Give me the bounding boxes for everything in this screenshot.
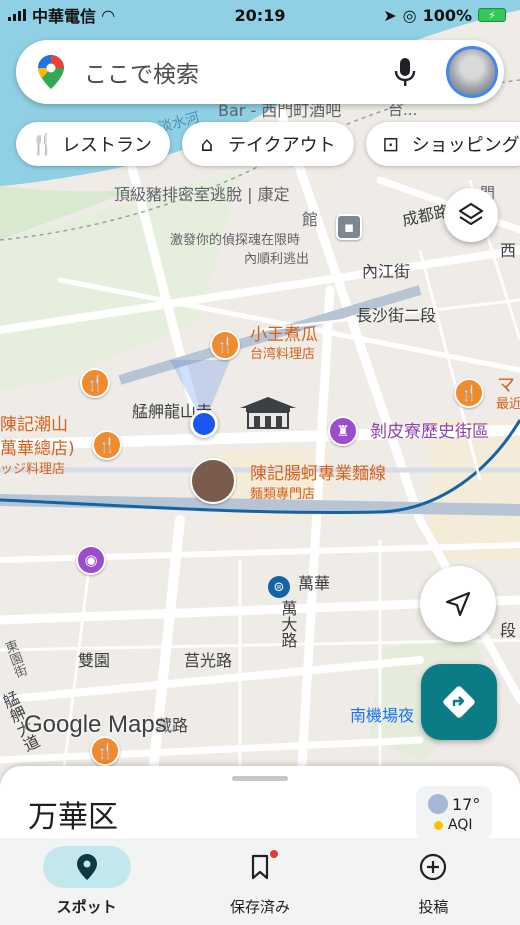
map-label-xiaowang-type: 台湾料理店 [250,347,316,362]
search-input[interactable]: ここで検索 [84,55,394,89]
landmark-pin[interactable]: ♜ [328,416,358,446]
notification-dot [269,850,278,858]
add-circle-icon [420,853,447,881]
nav-pill [389,846,477,888]
map-label-changsha: 長沙街二段 [356,306,437,325]
orientation-lock-icon: ◎ [402,5,417,25]
nav-tab-contribute[interactable]: 投稿 [347,838,520,925]
temperature: 17° [452,795,481,814]
map-label-escape-3: 激發你的偵探魂在限時 [170,233,301,248]
aqi-label: AQI [448,817,473,833]
aqi-indicator-dot [434,821,443,830]
chip-label: テイクアウト [228,135,336,156]
location-arrow-icon: ➤ [383,5,397,25]
location-pin-icon [76,854,97,880]
partly-cloudy-night-icon [428,794,448,814]
restaurant-pin[interactable]: 🍴 [90,736,120,766]
category-chips: 🍴 レストラン ⌂ テイクアウト ⊡ ショッピング [16,122,520,166]
status-bar: 中華電信 ◠ 20:19 ➤ ◎ 100% ⚡ [0,0,520,30]
chip-label: レストラン [62,135,152,156]
area-title: 万華区 [28,800,118,835]
search-bar[interactable]: ここで検索 [16,40,504,104]
shopping-bag-icon: ⊡ [382,132,400,156]
nav-tab-explore[interactable]: スポット [0,838,173,925]
map-label-escape-2: 館 [302,210,319,229]
restaurant-pin[interactable]: 🍴 [210,330,240,360]
layers-button[interactable] [444,188,498,242]
nav-pill [42,846,131,888]
chip-restaurant[interactable]: 🍴 レストラン [16,122,170,166]
battery-percent: 100% [422,5,472,25]
temple-icon[interactable] [238,394,298,432]
nav-tab-saved[interactable]: 保存済み [173,838,346,925]
map-label-juguang: 莒光路 [184,651,233,670]
chip-takeout[interactable]: ⌂ テイクアウト [182,122,354,166]
map-label-xi: 西 [500,241,517,260]
takeout-icon: ⌂ [200,132,214,156]
nav-label: 投稿 [418,898,449,916]
layers-icon [458,202,484,226]
map-label-bar2: 台... [388,101,418,119]
nav-pill [216,846,304,888]
square-pin[interactable]: ▪ [336,214,362,240]
directions-icon [443,686,475,718]
map-label-chaoshan-3: ッジ料理店 [0,462,66,477]
map-label-chenji-type: 麵類專門店 [250,487,316,502]
map-label-ma: マ [497,375,515,396]
map-label-xiaowang-name: 小王煮瓜 [250,325,318,345]
my-location-button[interactable] [420,566,496,642]
map-label-shuangyuan: 雙園 [78,651,111,670]
bookmark-icon [251,854,269,880]
status-right: ➤ ◎ 100% ⚡ [383,6,506,25]
account-avatar[interactable] [446,46,498,98]
map-label-wanhua: 萬華 [298,574,331,593]
restaurant-icon: 🍴 [30,132,55,156]
restaurant-pin[interactable]: 🍴 [92,430,122,460]
bottom-navigation: スポット 保存済み 投稿 [0,838,520,925]
metro-station-icon[interactable]: ⊜ [268,576,290,598]
camera-pin[interactable]: ◉ [76,545,106,575]
chip-label: ショッピング [411,135,520,156]
nav-label: 保存済み [229,898,290,916]
microphone-icon[interactable] [394,57,416,87]
map-label-chaoshan-1: 陳記潮山 [0,415,68,435]
google-maps-logo: Google Maps [24,711,167,738]
photo-pin[interactable] [190,458,236,504]
maps-logo-icon [38,55,64,89]
map-label-zuijin: 最近 [496,397,520,412]
directions-button[interactable] [421,664,497,740]
map-label-chenji-name: 陳記腸蚵專業麵線 [250,464,386,484]
map-label-neijiang: 內江街 [362,262,411,281]
map-label-bar: Bar - 西門町酒吧 [218,101,342,120]
nav-label: スポット [56,898,117,916]
weather-card[interactable]: 17° AQI [416,786,492,840]
map-label-duan: 段 [500,621,517,640]
map-label-wanda: 萬大路 [278,600,298,648]
sheet-drag-handle[interactable] [232,776,288,781]
map-label-nanjichang: 南機場夜 [350,706,415,725]
bottom-sheet[interactable]: 万華区 17° AQI [0,766,520,846]
chip-shopping[interactable]: ⊡ ショッピング [365,122,520,166]
battery-charging-icon: ⚡ [478,8,506,22]
navigation-arrow-icon [445,591,471,617]
map-label-escape-4: 內順利逃出 [244,252,310,267]
restaurant-pin[interactable]: 🍴 [454,378,484,408]
map-label-bopiliao: 剝皮寮歷史街區 [370,422,489,442]
restaurant-pin[interactable]: 🍴 [80,368,110,398]
map-label-escape-1: 頂級豬排密室逃脫 | 康定 [114,185,290,204]
map-label-chaoshan-2: 萬華總店) [0,439,75,459]
current-location-dot [190,410,218,438]
